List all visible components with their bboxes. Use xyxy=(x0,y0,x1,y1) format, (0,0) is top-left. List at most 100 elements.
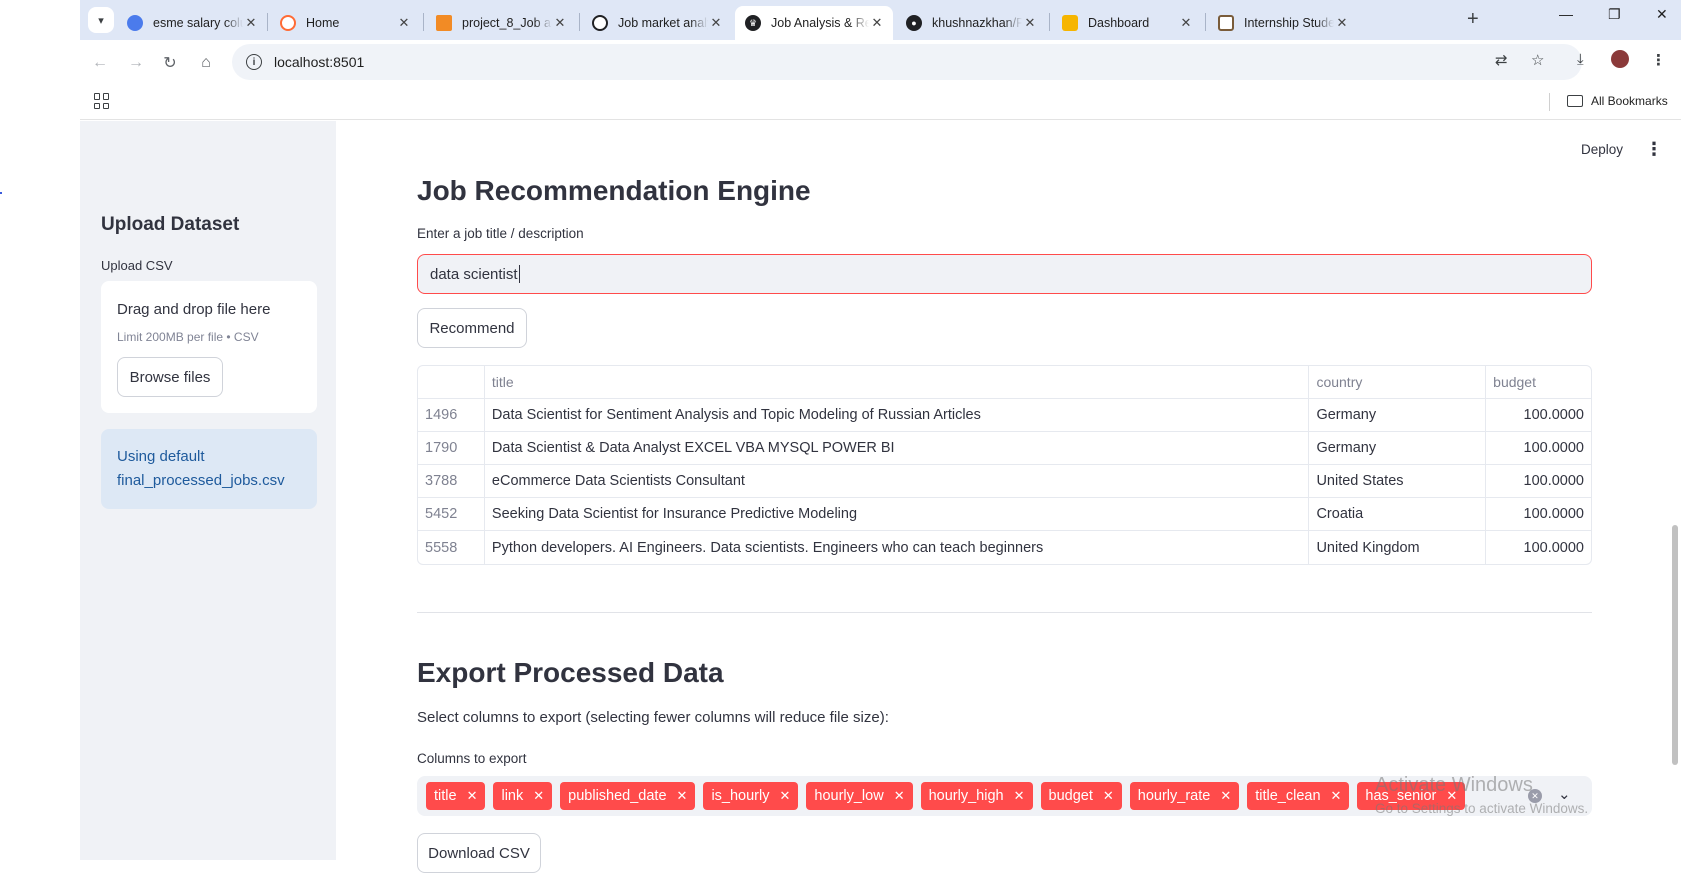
desktop-dot xyxy=(0,192,2,194)
cell-country: Germany xyxy=(1309,399,1487,431)
recommend-button[interactable]: Recommend xyxy=(417,308,527,348)
tab-5[interactable]: ● khushnazkhan/Project ✕ xyxy=(896,6,1046,40)
column-header-country[interactable]: country xyxy=(1309,366,1487,398)
column-header-budget[interactable]: budget xyxy=(1486,366,1591,398)
chip-label: link xyxy=(501,788,524,804)
back-icon[interactable]: ← xyxy=(86,49,114,77)
row-index: 5452 xyxy=(418,498,485,530)
column-chip[interactable]: hourly_low ✕ xyxy=(806,782,913,810)
chevron-down-icon: ▾ xyxy=(98,14,104,27)
remove-chip-icon[interactable]: ✕ xyxy=(894,788,905,804)
tab-7[interactable]: Internship Students ✕ xyxy=(1208,6,1358,40)
forward-icon[interactable]: → xyxy=(122,49,150,77)
download-icon[interactable]: ⤓ xyxy=(1577,51,1584,68)
remove-chip-icon[interactable]: ✕ xyxy=(1103,788,1114,804)
close-icon[interactable]: ✕ xyxy=(1022,15,1038,31)
browse-files-button[interactable]: Browse files xyxy=(117,357,223,397)
url-text[interactable]: localhost:8501 xyxy=(274,54,364,70)
window-close-icon[interactable]: ✕ xyxy=(1656,6,1668,23)
reload-icon[interactable]: ↻ xyxy=(156,49,184,77)
tab-2[interactable]: project_8_Job analysis ✕ xyxy=(426,6,576,40)
translate-icon[interactable]: ⇄ xyxy=(1495,51,1508,69)
tab-favicon-icon xyxy=(1062,15,1078,31)
remove-chip-icon[interactable]: ✕ xyxy=(467,788,478,804)
app-menu-icon[interactable]: ⋮ xyxy=(1645,139,1663,160)
column-chip[interactable]: title ✕ xyxy=(426,782,486,810)
tab-separator xyxy=(1205,13,1206,31)
all-bookmarks-label: All Bookmarks xyxy=(1591,94,1668,108)
tab-separator xyxy=(267,13,268,31)
cell-budget: 100.0000 xyxy=(1523,440,1584,456)
deploy-button[interactable]: Deploy xyxy=(1581,142,1623,157)
column-header-index[interactable] xyxy=(418,366,485,398)
cell-budget: 100.0000 xyxy=(1523,539,1584,556)
site-info-icon[interactable]: i xyxy=(246,54,262,70)
table-row[interactable]: 5558 Python developers. AI Engineers. Da… xyxy=(418,531,1591,564)
table-row[interactable]: 1496 Data Scientist for Sentiment Analys… xyxy=(418,399,1591,432)
download-csv-button[interactable]: Download CSV xyxy=(417,833,541,873)
remove-chip-icon[interactable]: ✕ xyxy=(779,788,790,804)
browser-menu-icon[interactable]: ⋮ xyxy=(1651,51,1666,69)
chevron-down-icon[interactable]: ⌄ xyxy=(1558,785,1571,803)
remove-chip-icon[interactable]: ✕ xyxy=(1446,788,1457,804)
column-chip[interactable]: link ✕ xyxy=(493,782,553,810)
table-row[interactable]: 3788 eCommerce Data Scientists Consultan… xyxy=(418,465,1591,498)
cell-country: Croatia xyxy=(1309,498,1487,530)
address-bar[interactable]: i localhost:8501 xyxy=(232,44,1582,80)
table-row[interactable]: 5452 Seeking Data Scientist for Insuranc… xyxy=(418,498,1591,531)
close-icon[interactable]: ✕ xyxy=(869,15,885,31)
remove-chip-icon[interactable]: ✕ xyxy=(1220,788,1231,804)
table-header: title country budget xyxy=(418,366,1591,399)
column-chip[interactable]: published_date ✕ xyxy=(560,782,696,810)
column-chip[interactable]: budget ✕ xyxy=(1040,782,1122,810)
minimize-icon[interactable]: — xyxy=(1559,6,1573,22)
job-title-input[interactable]: data scientist xyxy=(417,254,1592,294)
remove-chip-icon[interactable]: ✕ xyxy=(1331,788,1342,804)
column-chip[interactable]: has_senior ✕ xyxy=(1357,782,1466,810)
table-row[interactable]: 1790 Data Scientist & Data Analyst EXCEL… xyxy=(418,432,1591,465)
tab-3[interactable]: Job market analysis ✕ xyxy=(582,6,732,40)
tab-separator xyxy=(423,13,424,31)
remove-chip-icon[interactable]: ✕ xyxy=(1014,788,1025,804)
close-icon[interactable]: ✕ xyxy=(1334,15,1350,31)
all-bookmarks-button[interactable]: All Bookmarks xyxy=(1567,94,1668,108)
page-scrollbar[interactable] xyxy=(1672,525,1678,765)
section-divider xyxy=(417,612,1592,613)
columns-multiselect[interactable]: title ✕ link ✕ published_date ✕ is_hourly ✕ … xyxy=(417,776,1592,816)
row-index: 5558 xyxy=(418,531,485,564)
file-dropzone[interactable]: Drag and drop file here Limit 200MB per … xyxy=(101,281,317,413)
home-icon[interactable]: ⌂ xyxy=(192,49,220,77)
cell-title: Python developers. AI Engineers. Data sc… xyxy=(485,531,1310,564)
close-icon[interactable]: ✕ xyxy=(708,15,724,31)
tab-4-active[interactable]: ♛ Job Analysis & Recommendation ✕ xyxy=(735,6,893,40)
column-chip[interactable]: title_clean ✕ xyxy=(1247,782,1350,810)
close-icon[interactable]: ✕ xyxy=(1178,15,1194,31)
remove-chip-icon[interactable]: ✕ xyxy=(533,788,544,804)
tab-6[interactable]: Dashboard ✕ xyxy=(1052,6,1202,40)
profile-avatar[interactable] xyxy=(1611,50,1629,68)
tab-search-button[interactable]: ▾ xyxy=(88,7,114,33)
info-line-2: final_processed_jobs.csv xyxy=(117,472,285,489)
tab-1[interactable]: Home ✕ xyxy=(270,6,420,40)
column-chip[interactable]: hourly_high ✕ xyxy=(920,782,1033,810)
new-tab-icon[interactable]: + xyxy=(1467,8,1479,31)
close-icon[interactable]: ✕ xyxy=(552,15,568,31)
restore-icon[interactable]: ❐ xyxy=(1608,6,1621,23)
recommendation-table[interactable]: title country budget 1496 Data Scientist… xyxy=(417,365,1592,565)
tab-title: esme salary column xyxy=(153,16,243,30)
desktop-margin xyxy=(0,0,80,860)
column-header-title[interactable]: title xyxy=(485,366,1310,398)
close-icon[interactable]: ✕ xyxy=(396,15,412,31)
tab-0[interactable]: esme salary column ✕ xyxy=(117,6,267,40)
close-icon[interactable]: ✕ xyxy=(243,15,259,31)
cell-title: eCommerce Data Scientists Consultant xyxy=(485,465,1310,497)
tab-title: Job market analysis xyxy=(618,16,708,30)
clear-all-icon[interactable]: ✕ xyxy=(1528,789,1542,803)
apps-grid-icon[interactable] xyxy=(94,93,110,109)
bookmark-star-icon[interactable]: ☆ xyxy=(1531,51,1544,69)
column-chip[interactable]: is_hourly ✕ xyxy=(703,782,799,810)
tab-favicon-icon xyxy=(1218,15,1234,31)
row-index: 1496 xyxy=(418,399,485,431)
remove-chip-icon[interactable]: ✕ xyxy=(677,788,688,804)
column-chip[interactable]: hourly_rate ✕ xyxy=(1129,782,1240,810)
